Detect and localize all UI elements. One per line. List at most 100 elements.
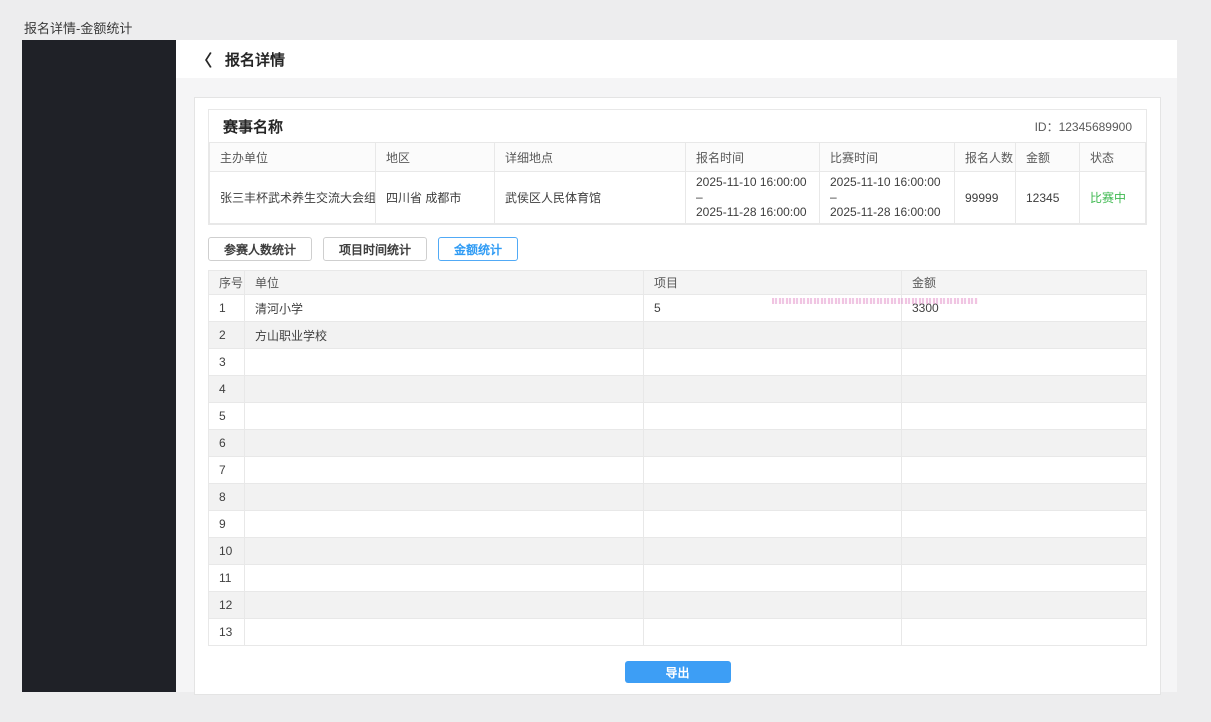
- cell-match-time: 2025-11-10 16:00:00 – 2025-11-28 16:00:0…: [820, 172, 955, 224]
- cell-location: 武侯区人民体育馆: [495, 172, 686, 224]
- cell-project: [644, 430, 902, 457]
- table-row: 10: [209, 538, 1147, 565]
- header-title: 报名详情: [225, 49, 285, 70]
- cell-project: [644, 538, 902, 565]
- cell-project: [644, 484, 902, 511]
- cell-participants: 99999: [955, 172, 1016, 224]
- cell-project: 5: [644, 295, 902, 322]
- cell-unit: [245, 484, 644, 511]
- stats-header-row: 序号 单位 项目 金额: [209, 271, 1147, 295]
- cell-project: [644, 349, 902, 376]
- cell-unit: [245, 457, 644, 484]
- content-card: 赛事名称 ID：12345689900 主办单位 地区: [194, 97, 1161, 695]
- cell-unit: [245, 403, 644, 430]
- cell-amount: [902, 457, 1147, 484]
- cell-unit: [245, 619, 644, 646]
- cell-amount: [902, 619, 1147, 646]
- col-status: 状态: [1080, 143, 1146, 172]
- tab-project-time-stats[interactable]: 项目时间统计: [323, 237, 427, 261]
- event-data-row: 张三丰杯武术养生交流大会组委会 四川省 成都市 武侯区人民体育馆 2025-11…: [210, 172, 1146, 224]
- cell-reg-time: 2025-11-10 16:00:00 – 2025-11-28 16:00:0…: [686, 172, 820, 224]
- cell-no: 9: [209, 511, 245, 538]
- cell-project: [644, 457, 902, 484]
- cell-no: 4: [209, 376, 245, 403]
- event-id: ID：12345689900: [1035, 118, 1132, 135]
- cell-organizer: 张三丰杯武术养生交流大会组委会: [210, 172, 376, 224]
- cell-unit: [245, 430, 644, 457]
- cell-region: 四川省 成都市: [376, 172, 495, 224]
- tab-amount-stats[interactable]: 金额统计: [438, 237, 518, 261]
- col-match-time: 比赛时间: [820, 143, 955, 172]
- cell-no: 12: [209, 592, 245, 619]
- cell-unit: [245, 538, 644, 565]
- cell-amount: [902, 403, 1147, 430]
- cell-unit: [245, 592, 644, 619]
- col-project: 项目: [644, 271, 902, 295]
- table-row: 5: [209, 403, 1147, 430]
- col-no: 序号: [209, 271, 245, 295]
- tab-participant-stats[interactable]: 参赛人数统计: [208, 237, 312, 261]
- col-money: 金额: [902, 271, 1147, 295]
- table-row: 9: [209, 511, 1147, 538]
- table-row: 3: [209, 349, 1147, 376]
- cell-unit: [245, 565, 644, 592]
- event-title-row: 赛事名称 ID：12345689900: [209, 110, 1146, 142]
- cell-no: 11: [209, 565, 245, 592]
- cell-no: 10: [209, 538, 245, 565]
- table-row: 11: [209, 565, 1147, 592]
- event-name-title: 赛事名称: [223, 116, 283, 137]
- event-table: 主办单位 地区 详细地点 报名时间 比赛时间 报名人数 金额 状态 张三丰杯武术: [209, 142, 1146, 224]
- table-row: 4: [209, 376, 1147, 403]
- cell-amount: [902, 349, 1147, 376]
- col-unit: 单位: [245, 271, 644, 295]
- export-button[interactable]: 导出: [625, 661, 731, 683]
- cell-amount: [902, 376, 1147, 403]
- cell-amount: 12345: [1016, 172, 1080, 224]
- cell-no: 8: [209, 484, 245, 511]
- export-row: 导出: [208, 661, 1147, 683]
- cell-project: [644, 619, 902, 646]
- cell-no: 13: [209, 619, 245, 646]
- col-amount: 金额: [1016, 143, 1080, 172]
- back-button[interactable]: 〈: [196, 47, 212, 71]
- cell-no: 3: [209, 349, 245, 376]
- table-row: 8: [209, 484, 1147, 511]
- col-location: 详细地点: [495, 143, 686, 172]
- event-info-box: 赛事名称 ID：12345689900 主办单位 地区: [208, 109, 1147, 225]
- cell-no: 7: [209, 457, 245, 484]
- main-area: 〈 报名详情 赛事名称 ID：12345689900: [176, 40, 1177, 692]
- cell-unit: 清河小学: [245, 295, 644, 322]
- cell-no: 6: [209, 430, 245, 457]
- col-region: 地区: [376, 143, 495, 172]
- app-frame: 〈 报名详情 赛事名称 ID：12345689900: [22, 40, 1177, 692]
- page-title: 报名详情-金额统计: [24, 18, 132, 37]
- cell-project: [644, 565, 902, 592]
- sidebar: [22, 40, 176, 692]
- cell-amount: [902, 565, 1147, 592]
- cell-amount: [902, 511, 1147, 538]
- cell-project: [644, 322, 902, 349]
- table-row: 7: [209, 457, 1147, 484]
- table-row: 1清河小学53300: [209, 295, 1147, 322]
- cell-no: 5: [209, 403, 245, 430]
- cell-amount: 3300: [902, 295, 1147, 322]
- stats-tabs: 参赛人数统计 项目时间统计 金额统计: [208, 237, 1147, 261]
- cell-no: 2: [209, 322, 245, 349]
- cell-project: [644, 511, 902, 538]
- table-row: 2方山职业学校: [209, 322, 1147, 349]
- table-row: 6: [209, 430, 1147, 457]
- col-organizer: 主办单位: [210, 143, 376, 172]
- cell-amount: [902, 538, 1147, 565]
- col-reg-time: 报名时间: [686, 143, 820, 172]
- cell-project: [644, 376, 902, 403]
- back-chevron-icon: 〈: [196, 47, 212, 71]
- table-row: 12: [209, 592, 1147, 619]
- cell-amount: [902, 592, 1147, 619]
- cell-unit: [245, 376, 644, 403]
- event-id-value: 12345689900: [1059, 120, 1132, 134]
- col-participants: 报名人数: [955, 143, 1016, 172]
- cell-project: [644, 592, 902, 619]
- event-header-row: 主办单位 地区 详细地点 报名时间 比赛时间 报名人数 金额 状态: [210, 143, 1146, 172]
- cell-no: 1: [209, 295, 245, 322]
- cell-unit: [245, 511, 644, 538]
